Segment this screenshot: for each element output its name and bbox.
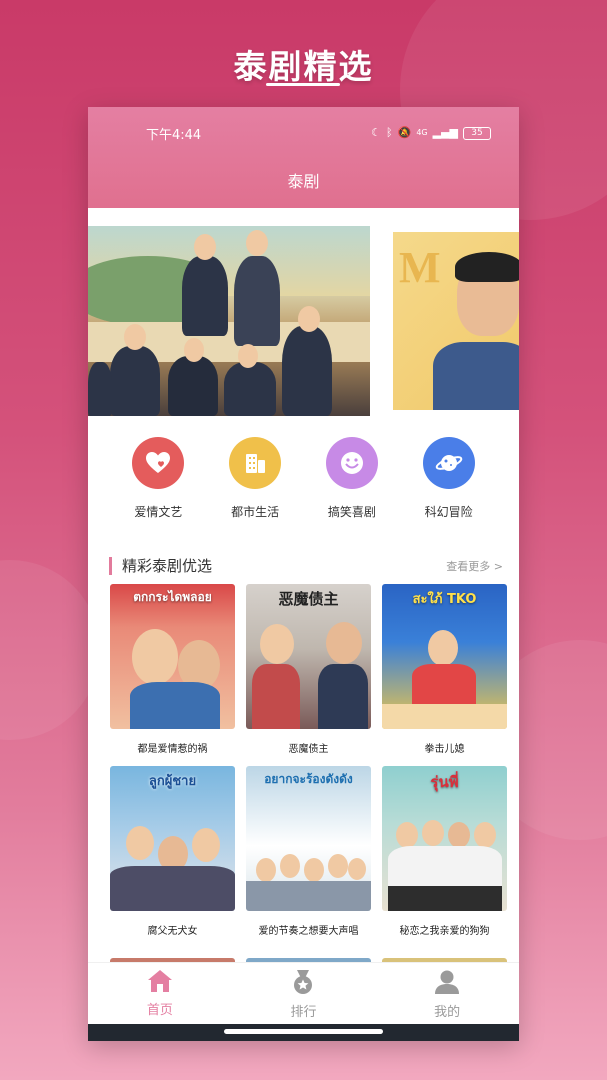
section-accent-bar bbox=[109, 557, 112, 575]
app-header: 下午4:44 ☾ ᛒ 🔕 4G ▂▄▆ 35 泰剧 bbox=[88, 107, 519, 208]
banner-carousel[interactable]: M bbox=[88, 208, 519, 434]
poster-text: รุ่นพี่ bbox=[430, 773, 459, 791]
poster-text: ลูกผู้ชาย bbox=[148, 774, 197, 789]
poster-text: 恶魔债主 bbox=[278, 590, 339, 608]
home-icon bbox=[147, 970, 172, 992]
drama-title: 腐父无犬女 bbox=[147, 926, 198, 937]
category-comedy[interactable]: 搞笑喜剧 bbox=[312, 434, 392, 534]
status-bar: 下午4:44 ☾ ᛒ 🔕 4G ▂▄▆ 35 bbox=[88, 124, 519, 144]
drama-card[interactable]: 恶魔债主 恶魔债主 bbox=[246, 584, 371, 766]
status-icons: ☾ ᛒ 🔕 4G ▂▄▆ 35 bbox=[371, 126, 491, 140]
category-label: 都市生活 bbox=[231, 505, 280, 519]
drama-card[interactable]: สะใภ้ TKO 拳击儿媳 bbox=[382, 584, 507, 766]
category-label: 搞笑喜剧 bbox=[327, 505, 376, 519]
drama-poster[interactable]: ลูกผู้ชาย bbox=[110, 766, 235, 911]
tab-profile[interactable]: 我的 bbox=[397, 963, 497, 1024]
system-nav-bar bbox=[88, 1024, 519, 1041]
drama-poster[interactable]: รุ่นพี่ bbox=[382, 766, 507, 911]
category-scifi[interactable]: 科幻冒险 bbox=[409, 434, 489, 534]
drama-poster[interactable]: ตกกระไดพลอย bbox=[110, 584, 235, 729]
drama-card[interactable]: ตกกระไดพลอย 都是爱情惹的祸 bbox=[110, 584, 235, 766]
category-label: 科幻冒险 bbox=[424, 505, 473, 519]
view-more-link[interactable]: 查看更多 > bbox=[446, 558, 503, 574]
tab-home[interactable]: 首页 bbox=[110, 963, 210, 1024]
category-romance[interactable]: 爱情文艺 bbox=[118, 434, 198, 534]
status-time: 下午4:44 bbox=[146, 128, 202, 143]
smile-icon bbox=[325, 437, 378, 489]
tab-label: 排行 bbox=[290, 1005, 317, 1020]
bluetooth-icon: ᛒ bbox=[386, 126, 393, 139]
mute-icon: 🔕 bbox=[397, 126, 412, 139]
banner-slide-next[interactable]: M bbox=[393, 232, 519, 410]
tab-label: 我的 bbox=[434, 1005, 461, 1020]
drama-title: 秘恋之我亲爱的狗狗 bbox=[399, 926, 490, 937]
phone-frame: 下午4:44 ☾ ᛒ 🔕 4G ▂▄▆ 35 泰剧 M 爱情文艺 都市生活 搞笑… bbox=[88, 107, 519, 1041]
medal-icon bbox=[294, 970, 313, 994]
moon-icon: ☾ bbox=[371, 126, 381, 139]
building-icon bbox=[229, 437, 282, 489]
poster-text: สะใภ้ TKO bbox=[412, 592, 477, 607]
tab-label: 首页 bbox=[146, 1003, 173, 1018]
drama-poster[interactable]: สะใภ้ TKO bbox=[382, 584, 507, 729]
category-label: 爱情文艺 bbox=[134, 505, 183, 519]
poster-text: ตกกระไดพลอย bbox=[133, 590, 212, 604]
drama-poster[interactable]: 恶魔债主 bbox=[246, 584, 371, 729]
drama-title: 爱的节奏之想要大声唱 bbox=[258, 926, 359, 937]
page-title: 泰剧 bbox=[287, 172, 320, 191]
promo-title: 泰剧精选 bbox=[233, 47, 374, 86]
category-urban[interactable]: 都市生活 bbox=[215, 434, 295, 534]
banner-slide-main[interactable] bbox=[88, 226, 370, 416]
planet-icon bbox=[422, 437, 475, 489]
promo-underline bbox=[266, 83, 340, 86]
section-header: 精彩泰剧优选 查看更多 > bbox=[88, 542, 519, 584]
drama-title: 拳击儿媳 bbox=[424, 744, 465, 755]
drama-poster[interactable]: อยากจะร้องดังดัง bbox=[246, 766, 371, 911]
drama-grid: ตกกระไดพลอย 都是爱情惹的祸 恶魔债主 恶魔债主 สะใภ้ TKO bbox=[88, 584, 519, 948]
drama-card[interactable]: รุ่นพี่ 秘恋之我亲爱的狗狗 bbox=[382, 766, 507, 948]
heart-icon bbox=[132, 437, 185, 489]
network-label: 4G bbox=[416, 128, 428, 137]
category-row: 爱情文艺 都市生活 搞笑喜剧 科幻冒险 bbox=[88, 434, 519, 534]
signal-icon: ▂▄▆ bbox=[432, 126, 458, 139]
poster-text: อยากจะร้องดังดัง bbox=[264, 772, 353, 786]
home-indicator[interactable] bbox=[224, 1029, 383, 1034]
drama-card[interactable]: ลูกผู้ชาย 腐父无犬女 bbox=[110, 766, 235, 948]
section-title: 精彩泰剧优选 bbox=[122, 557, 213, 575]
bottom-tab-bar: 首页 排行 我的 bbox=[88, 962, 519, 1024]
tab-ranking[interactable]: 排行 bbox=[253, 963, 353, 1024]
battery-icon: 35 bbox=[463, 126, 491, 140]
drama-title: 恶魔债主 bbox=[288, 744, 329, 755]
drama-title: 都是爱情惹的祸 bbox=[137, 744, 208, 755]
user-icon bbox=[435, 970, 460, 994]
drama-card[interactable]: อยากจะร้องดังดัง 爱的节奏之想要大声唱 bbox=[246, 766, 371, 948]
